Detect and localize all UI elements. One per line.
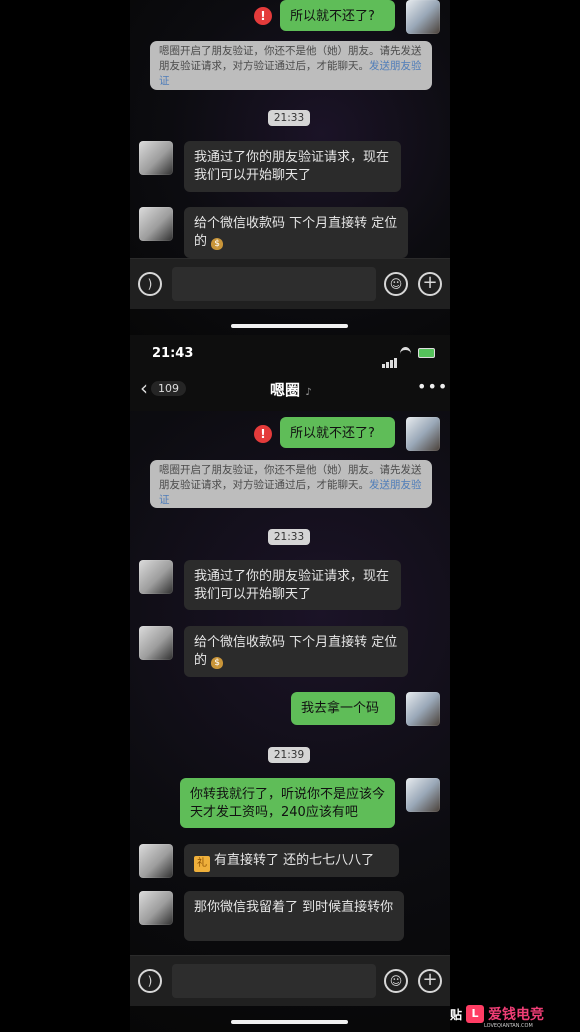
home-indicator: [231, 324, 348, 328]
money-bag-icon: $: [211, 657, 224, 669]
voice-icon[interactable]: ): [138, 272, 162, 296]
timestamp: 21:39: [268, 747, 310, 763]
chat-title: 嗯圈 ♪: [270, 381, 312, 399]
my-avatar[interactable]: [406, 417, 440, 451]
back-button[interactable]: ‹ 109: [140, 376, 186, 400]
received-message-bubble[interactable]: 我通过了你的朋友验证请求，现在我们可以开始聊天了: [184, 141, 401, 192]
wrapped-gift-icon: 礼: [194, 856, 210, 872]
bell-icon: ♪: [305, 387, 312, 398]
paste-icon: 贴: [450, 1007, 463, 1022]
status-bar: 21:43: [130, 335, 450, 371]
timestamp: 21:33: [268, 529, 310, 545]
my-avatar[interactable]: [406, 692, 440, 726]
contact-avatar[interactable]: [139, 560, 173, 594]
bottom-chat-screenshot: 21:43 ‹ 109 嗯圈 ♪ ••• ! 所以就不还了? 嗯圈开启了朋友验证…: [130, 335, 450, 1032]
my-avatar[interactable]: [406, 0, 440, 34]
received-message-bubble[interactable]: 我通过了你的朋友验证请求，现在我们可以开始聊天了: [184, 560, 401, 610]
received-message-bubble[interactable]: 给个微信收款码 下个月直接转 定位的 $: [184, 207, 408, 258]
friend-verification-notice: 嗯圈开启了朋友验证，你还不是他（她）朋友。请先发送朋友验证请求，对方验证通过后，…: [150, 460, 432, 508]
wifi-icon: [400, 347, 411, 361]
sent-message-bubble[interactable]: 所以就不还了?: [280, 0, 395, 31]
brand-name: 爱钱电竞: [488, 1007, 545, 1023]
signal-icon: [382, 349, 398, 368]
chat-nav-bar: ‹ 109 嗯圈 ♪ •••: [130, 371, 450, 411]
brand-logo-icon: L: [466, 1005, 485, 1023]
message-input-bar: ) ☺ +: [130, 955, 450, 1006]
message-input[interactable]: [172, 964, 376, 998]
top-chat-crop: ! 所以就不还了? 嗯圈开启了朋友验证，你还不是他（她）朋友。请先发送朋友验证请…: [130, 0, 450, 335]
battery-icon: [418, 348, 435, 358]
warning-icon[interactable]: !: [254, 7, 272, 25]
money-bag-icon: $: [211, 238, 224, 250]
sent-message-bubble[interactable]: 你转我就行了，听说你不是应该今天才发工资吗，240应该有吧: [180, 778, 395, 828]
plus-icon[interactable]: +: [418, 969, 442, 993]
warning-icon[interactable]: !: [254, 425, 272, 443]
voice-icon[interactable]: ): [138, 969, 162, 993]
contact-avatar[interactable]: [139, 891, 173, 925]
received-message-bubble[interactable]: 那你微信我留着了 到时候直接转你: [184, 891, 404, 941]
sent-message-bubble[interactable]: 我去拿一个码: [291, 692, 395, 725]
friend-verification-notice: 嗯圈开启了朋友验证，你还不是他（她）朋友。请先发送朋友验证请求，对方验证通过后，…: [150, 41, 432, 90]
contact-avatar[interactable]: [139, 207, 173, 241]
chevron-left-icon: ‹: [140, 376, 148, 400]
contact-avatar[interactable]: [139, 141, 173, 175]
status-time: 21:43: [152, 346, 194, 361]
more-icon[interactable]: •••: [417, 377, 448, 396]
timestamp: 21:33: [268, 110, 310, 126]
received-message-bubble[interactable]: 给个微信收款码 下个月直接转 定位的 $: [184, 626, 408, 677]
message-input[interactable]: [172, 267, 376, 301]
my-avatar[interactable]: [406, 778, 440, 812]
plus-icon[interactable]: +: [418, 272, 442, 296]
emoji-icon[interactable]: ☺: [384, 969, 408, 993]
contact-avatar[interactable]: [139, 626, 173, 660]
contact-avatar[interactable]: [139, 844, 173, 878]
sent-message-bubble[interactable]: 所以就不还了?: [280, 417, 395, 448]
site-watermark: 贴 L 爱钱电竞 LOVEQIANTAN.COM: [450, 1000, 575, 1029]
emoji-icon[interactable]: ☺: [384, 272, 408, 296]
unread-count-badge: 109: [151, 380, 186, 396]
received-message-bubble[interactable]: 礼有直接转了 还的七七八八了: [184, 844, 399, 877]
brand-url: LOVEQIANTAN.COM: [484, 1023, 533, 1029]
message-input-bar: ) ☺ +: [130, 258, 450, 309]
home-indicator: [231, 1020, 348, 1024]
